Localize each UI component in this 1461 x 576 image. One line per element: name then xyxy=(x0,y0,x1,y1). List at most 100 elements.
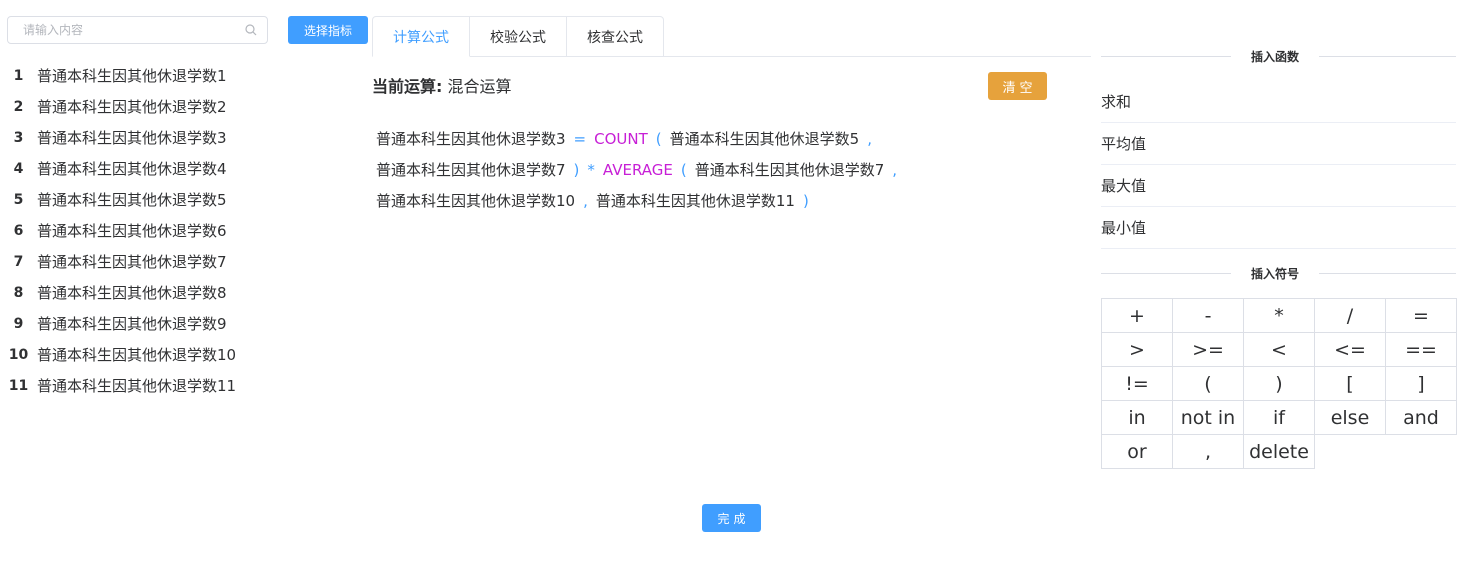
current-operation: 当前运算: 混合运算 xyxy=(372,73,512,97)
formula-operator[interactable]: , xyxy=(892,161,897,179)
symbol-row: > >= < <= == xyxy=(1101,332,1457,367)
formula-tabs: 计算公式 校验公式 核查公式 xyxy=(372,16,664,57)
formula-function[interactable]: AVERAGE xyxy=(603,161,673,179)
symbol-button[interactable]: >= xyxy=(1172,332,1244,367)
symbol-button[interactable]: / xyxy=(1314,298,1386,333)
search-box[interactable] xyxy=(7,16,268,44)
formula-operator[interactable]: ( xyxy=(656,130,662,148)
search-input[interactable] xyxy=(8,17,238,43)
indicator-label: 普通本科生因其他休退学数11 xyxy=(37,377,237,395)
symbol-button[interactable]: else xyxy=(1314,400,1386,435)
indicator-item[interactable]: 4 普通本科生因其他休退学数4 xyxy=(0,153,280,184)
insert-symbol-title: 插入符号 xyxy=(1231,265,1320,282)
formula-operator[interactable]: = xyxy=(574,130,587,148)
indicator-number: 1 xyxy=(13,67,24,84)
current-operation-label: 当前运算: xyxy=(372,77,443,96)
indicator-label: 普通本科生因其他休退学数9 xyxy=(37,315,227,333)
formula-indicator[interactable]: 普通本科生因其他休退学数5 xyxy=(670,130,860,148)
indicator-item[interactable]: 9 普通本科生因其他休退学数9 xyxy=(0,308,280,339)
formula-display[interactable]: 普通本科生因其他休退学数3 = COUNT(普通本科生因其他休退学数5, 普通本科生因… xyxy=(376,124,976,217)
symbol-button[interactable]: , xyxy=(1172,434,1244,469)
symbol-button[interactable]: < xyxy=(1243,332,1315,367)
indicator-item[interactable]: 6 普通本科生因其他休退学数6 xyxy=(0,215,280,246)
indicator-item[interactable]: 2 普通本科生因其他休退学数2 xyxy=(0,91,280,122)
formula-line: 普通本科生因其他休退学数7) * AVERAGE ( 普通本科生因其他休退学数7, xyxy=(376,155,976,186)
tabs-divider xyxy=(663,56,1091,57)
symbol-row: !=()[] xyxy=(1101,366,1457,401)
indicator-item[interactable]: 1 普通本科生因其他休退学数1 xyxy=(0,60,280,91)
indicator-number: 2 xyxy=(13,98,24,115)
symbol-button[interactable]: + xyxy=(1101,298,1173,333)
symbol-button[interactable]: and xyxy=(1385,400,1457,435)
formula-operator[interactable]: ) xyxy=(574,161,580,179)
indicator-label: 普通本科生因其他休退学数4 xyxy=(37,160,227,178)
symbol-button[interactable]: [ xyxy=(1314,366,1386,401)
function-min[interactable]: 最小值 xyxy=(1101,207,1456,249)
function-sum[interactable]: 求和 xyxy=(1101,81,1456,123)
search-icon[interactable] xyxy=(245,24,257,36)
formula-operator[interactable]: , xyxy=(867,130,872,148)
symbol-button[interactable]: - xyxy=(1172,298,1244,333)
symbol-button[interactable]: ( xyxy=(1172,366,1244,401)
function-max[interactable]: 最大值 xyxy=(1101,165,1456,207)
formula-function[interactable]: COUNT xyxy=(594,130,648,148)
indicator-item[interactable]: 3 普通本科生因其他休退学数3 xyxy=(0,122,280,153)
tab-calc-formula[interactable]: 计算公式 xyxy=(372,16,470,57)
indicator-label: 普通本科生因其他休退学数10 xyxy=(37,346,237,364)
symbol-button[interactable]: != xyxy=(1101,366,1173,401)
symbol-button[interactable]: ) xyxy=(1243,366,1315,401)
symbol-button[interactable]: > xyxy=(1101,332,1173,367)
symbol-button[interactable]: or xyxy=(1101,434,1173,469)
indicator-item[interactable]: 10 普通本科生因其他休退学数10 xyxy=(0,339,280,370)
indicator-number: 5 xyxy=(13,191,24,208)
symbol-row: or, delete xyxy=(1101,434,1457,469)
indicator-item[interactable]: 11 普通本科生因其他休退学数11 xyxy=(0,370,280,401)
clear-button[interactable]: 清空 xyxy=(988,72,1047,100)
formula-indicator[interactable]: 普通本科生因其他休退学数3 xyxy=(376,130,566,148)
indicator-number: 8 xyxy=(13,284,24,301)
symbol-row: in not in if else and xyxy=(1101,400,1457,435)
symbol-row: + - * / = xyxy=(1101,298,1457,333)
indicator-item[interactable]: 8 普通本科生因其他休退学数8 xyxy=(0,277,280,308)
formula-operator[interactable]: * xyxy=(587,161,595,179)
symbol-button[interactable]: * xyxy=(1243,298,1315,333)
formula-indicator[interactable]: 普通本科生因其他休退学数7 xyxy=(695,161,885,179)
indicator-label: 普通本科生因其他休退学数2 xyxy=(37,98,227,116)
indicator-number: 6 xyxy=(13,222,24,239)
indicator-item[interactable]: 5 普通本科生因其他休退学数5 xyxy=(0,184,280,215)
symbol-button[interactable]: ] xyxy=(1385,366,1457,401)
symbol-grid: + - * / = > >= < <= == !=()[] in not in if else and or, d… xyxy=(1101,298,1457,469)
indicator-label: 普通本科生因其他休退学数1 xyxy=(37,67,227,85)
current-operation-value: 混合运算 xyxy=(447,77,512,96)
indicator-label: 普通本科生因其他休退学数6 xyxy=(37,222,227,240)
formula-indicator[interactable]: 普通本科生因其他休退学数7 xyxy=(376,161,566,179)
indicator-number: 7 xyxy=(13,253,24,270)
symbol-button[interactable]: == xyxy=(1385,332,1457,367)
formula-line: 普通本科生因其他休退学数10, 普通本科生因其他休退学数11) xyxy=(376,186,976,217)
symbol-button[interactable]: not in xyxy=(1172,400,1244,435)
done-button[interactable]: 完成 xyxy=(702,504,761,532)
indicator-number: 4 xyxy=(13,160,24,177)
indicator-item[interactable]: 7 普通本科生因其他休退学数7 xyxy=(0,246,280,277)
symbol-button[interactable]: if xyxy=(1243,400,1315,435)
indicator-label: 普通本科生因其他休退学数3 xyxy=(37,129,227,147)
formula-indicator[interactable]: 普通本科生因其他休退学数10 xyxy=(376,192,575,210)
formula-operator[interactable]: ( xyxy=(681,161,687,179)
symbol-button[interactable]: = xyxy=(1385,298,1457,333)
formula-indicator[interactable]: 普通本科生因其他休退学数11 xyxy=(596,192,795,210)
formula-operator[interactable]: ) xyxy=(803,192,809,210)
tab-check-formula[interactable]: 核查公式 xyxy=(567,16,664,57)
formula-operator[interactable]: , xyxy=(583,192,588,210)
indicator-number: 3 xyxy=(13,129,24,146)
formula-line: 普通本科生因其他休退学数3 = COUNT ( 普通本科生因其他休退学数5, xyxy=(376,124,976,155)
tab-validate-formula[interactable]: 校验公式 xyxy=(470,16,567,57)
symbol-button[interactable]: delete xyxy=(1243,434,1315,469)
function-average[interactable]: 平均值 xyxy=(1101,123,1456,165)
indicator-label: 普通本科生因其他休退学数7 xyxy=(37,253,227,271)
select-indicator-button[interactable]: 选择指标 xyxy=(288,16,368,44)
symbol-button[interactable]: in xyxy=(1101,400,1173,435)
indicator-number: 9 xyxy=(13,315,24,332)
symbol-button[interactable]: <= xyxy=(1314,332,1386,367)
indicator-number: 11 xyxy=(8,377,29,394)
indicator-label: 普通本科生因其他休退学数5 xyxy=(37,191,227,209)
